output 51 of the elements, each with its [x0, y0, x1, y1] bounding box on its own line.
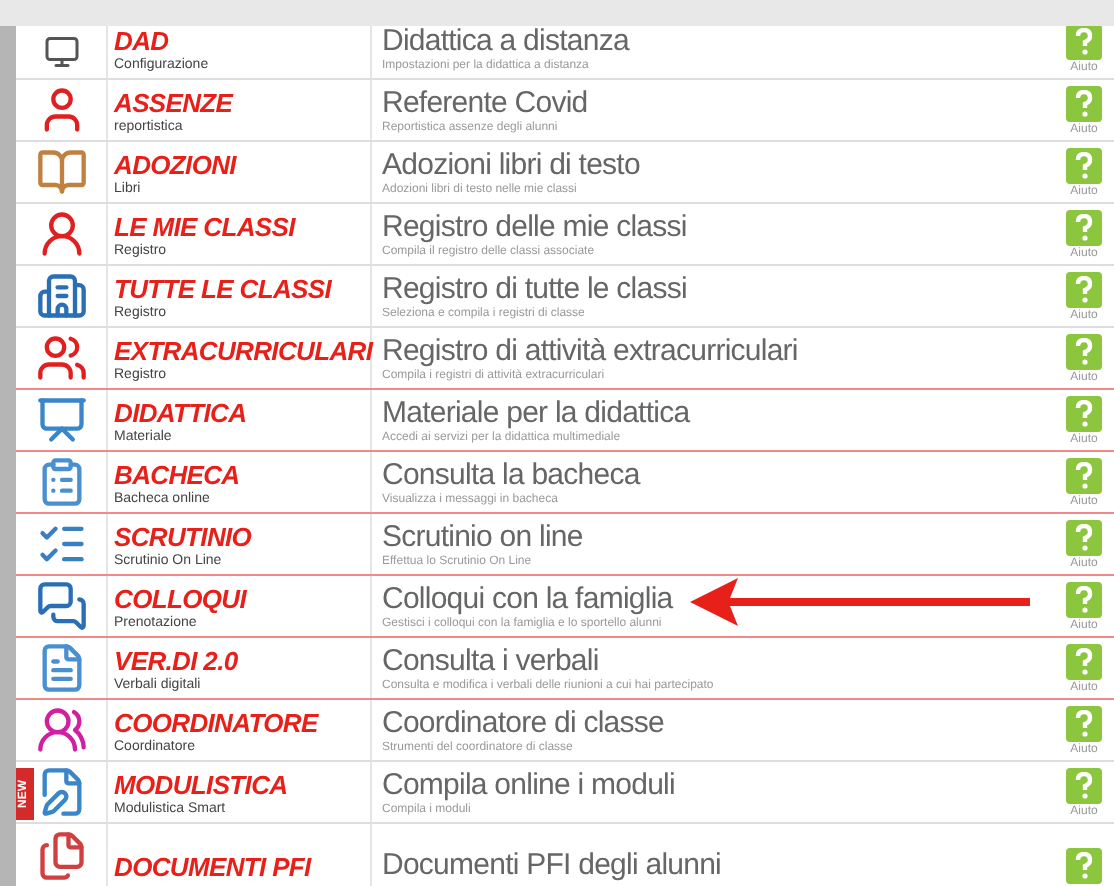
module-heading[interactable]: Coordinatore di classe	[382, 706, 1054, 740]
files-icon	[35, 829, 87, 881]
help-icon[interactable]	[1066, 210, 1102, 246]
help-icon[interactable]	[1066, 520, 1102, 556]
help-icon[interactable]	[1066, 148, 1102, 184]
module-title[interactable]: SCRUTINIO	[114, 522, 370, 552]
module-heading[interactable]: Scrutinio on line	[382, 520, 1054, 554]
module-title[interactable]: ASSENZE	[114, 88, 370, 118]
help-icon[interactable]	[1066, 272, 1102, 308]
whiteboard-icon	[35, 394, 87, 446]
module-title[interactable]: BACHECA	[114, 460, 370, 490]
building-icon	[35, 270, 87, 322]
menu-row[interactable]: DOCUMENTI PFI Documenti PFI degli alunni	[16, 824, 1114, 886]
book-icon	[35, 146, 87, 198]
module-heading[interactable]: Documenti PFI degli alunni	[382, 848, 1054, 882]
chat-icon	[35, 580, 87, 632]
module-heading[interactable]: Adozioni libri di testo	[382, 148, 1054, 182]
help-icon[interactable]	[1066, 334, 1102, 370]
module-title[interactable]: DIDATTICA	[114, 398, 370, 428]
module-heading[interactable]: Compila online i moduli	[382, 768, 1054, 802]
help-icon[interactable]	[1066, 768, 1102, 804]
module-heading[interactable]: Referente Covid	[382, 86, 1054, 120]
module-title[interactable]: DOCUMENTI PFI	[114, 852, 370, 882]
module-title[interactable]: EXTRACURRICULARI	[114, 336, 370, 366]
module-heading[interactable]: Registro di tutte le classi	[382, 272, 1054, 306]
monitor-icon	[43, 34, 79, 70]
module-heading[interactable]: Registro delle mie classi	[382, 210, 1054, 244]
help-icon[interactable]	[1066, 458, 1102, 494]
module-heading[interactable]: Registro di attività extracurriculari	[382, 334, 1054, 368]
module-heading[interactable]: Consulta i verbali	[382, 644, 1054, 678]
help-icon[interactable]	[1066, 848, 1102, 884]
group-icon	[35, 704, 87, 756]
module-title[interactable]: LE MIE CLASSI	[114, 212, 370, 242]
help-icon[interactable]	[1066, 644, 1102, 680]
module-title[interactable]: VER.DI 2.0	[114, 646, 370, 676]
module-title[interactable]: TUTTE LE CLASSI	[114, 274, 370, 304]
help-icon[interactable]	[1066, 396, 1102, 432]
module-heading[interactable]: Colloqui con la famiglia	[382, 582, 1054, 616]
module-title[interactable]: DAD	[114, 26, 370, 56]
group-icon	[35, 332, 87, 384]
module-heading[interactable]: Materiale per la didattica	[382, 396, 1054, 430]
module-title[interactable]: ADOZIONI	[114, 150, 370, 180]
help-icon[interactable]	[1066, 86, 1102, 122]
module-title[interactable]: COORDINATORE	[114, 708, 370, 738]
module-title[interactable]: MODULISTICA	[114, 770, 370, 800]
module-title[interactable]: COLLOQUI	[114, 584, 370, 614]
module-heading[interactable]: Didattica a distanza	[382, 26, 1054, 58]
module-heading[interactable]: Consulta la bacheca	[382, 458, 1054, 492]
help-icon[interactable]	[1066, 582, 1102, 618]
help-icon[interactable]	[1066, 706, 1102, 742]
help-icon[interactable]	[1066, 26, 1102, 60]
